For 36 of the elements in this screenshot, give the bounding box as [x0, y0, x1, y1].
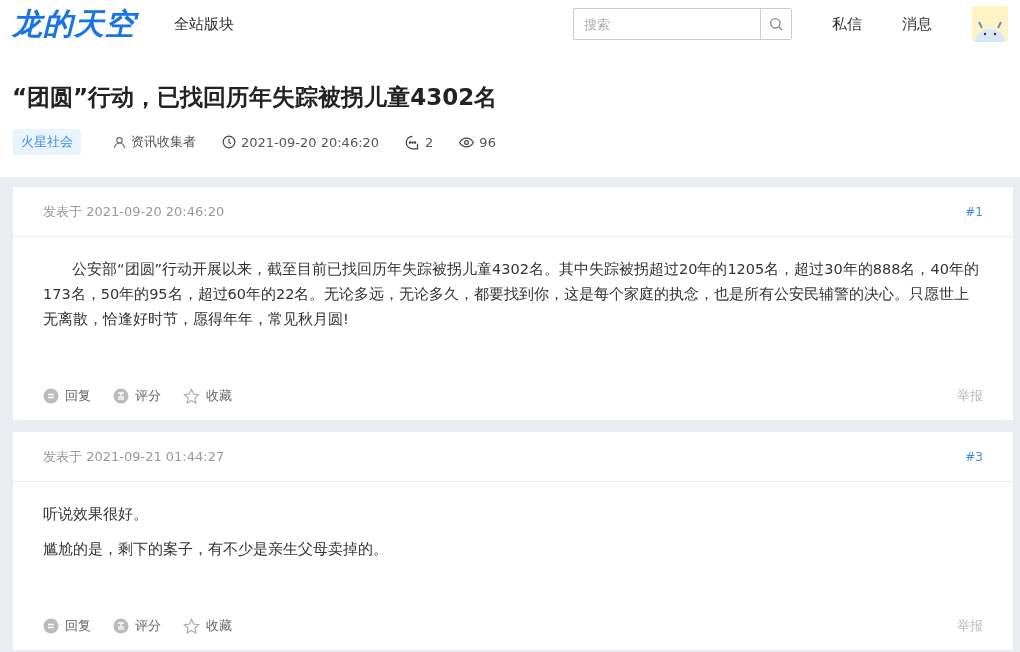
- reply-count: 2: [425, 134, 434, 150]
- view-count: 96: [479, 134, 496, 150]
- search-field[interactable]: 搜索: [573, 8, 760, 40]
- avatar-drawing[interactable]: [972, 6, 1008, 42]
- post-date: 发表于 2021-09-21 01:44:27: [43, 447, 225, 466]
- post-text: 听说效果很好。: [43, 505, 149, 524]
- author-name[interactable]: 资讯收集者: [131, 133, 196, 151]
- floor-link[interactable]: #3: [965, 449, 983, 464]
- star-icon: [183, 617, 200, 635]
- post-text: 公安部“团圆”行动开展以来，截至目前已找回历年失踪被拐儿童4302名。其中失踪被拐超过20年的1205名，超过30年的888名，40年的173名，50年的95名，超过60年的22名。无论多远，无论多久，都要找到你，这是每个家庭的执念，也是所有公安民辅警的决心。只愿世上无离散，恰逢好时节，愿得年年，常见秋月圆!: [43, 260, 980, 329]
- nav-link[interactable]: 消息: [902, 14, 932, 34]
- post-text: 尴尬的是，剩下的案子，有不少是亲生父母卖掉的。: [43, 540, 389, 559]
- coin-icon: [113, 618, 129, 634]
- floor-link[interactable]: #1: [965, 204, 983, 219]
- post-date: 发表于 2021-09-20 20:46:20: [43, 202, 225, 221]
- chat-icon: [43, 388, 59, 404]
- eye-icon: [459, 134, 475, 150]
- search-icon: [768, 16, 784, 32]
- post-action[interactable]: 回复: [43, 617, 91, 635]
- search-button[interactable]: [760, 8, 792, 40]
- chat-icon: [43, 618, 59, 634]
- post-time: 2021-09-20 20:46:20: [241, 134, 380, 150]
- post-action[interactable]: 收藏: [183, 617, 232, 635]
- nav-link[interactable]: 全站版块: [174, 14, 234, 34]
- post-action[interactable]: 收藏: [183, 387, 232, 405]
- post-action[interactable]: 回复: [43, 387, 91, 405]
- user-icon: [113, 135, 126, 149]
- nav-link[interactable]: 私信: [832, 14, 862, 34]
- clock-icon: [222, 135, 236, 149]
- thread-title: “团圆”行动，已找回历年失踪被拐儿童4302名: [11, 83, 499, 112]
- category-tag[interactable]: 火星社会: [13, 129, 81, 155]
- star-icon: [183, 387, 200, 405]
- post-action[interactable]: 评分: [113, 387, 161, 405]
- post-action[interactable]: 评分: [113, 617, 161, 635]
- coin-icon: [113, 388, 129, 404]
- comment-icon: [405, 134, 421, 150]
